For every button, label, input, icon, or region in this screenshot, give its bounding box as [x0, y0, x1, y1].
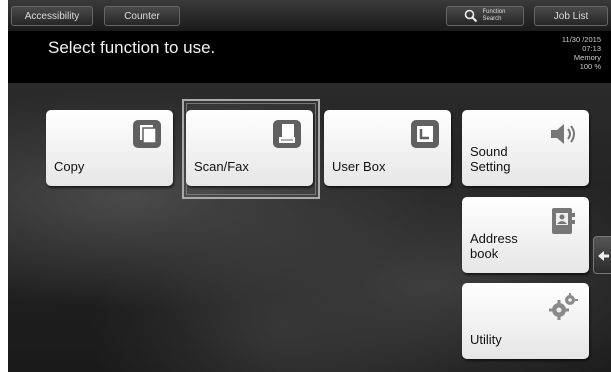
instruction-message: Select function to use. [48, 38, 216, 57]
address-book-icon [552, 208, 575, 234]
message-bar: Select function to use. 11/30 /2015 07:1… [8, 31, 611, 83]
job-list-button[interactable]: Job List [534, 6, 608, 26]
copy-tile[interactable]: Copy [46, 110, 173, 186]
gears-icon [549, 293, 578, 320]
function-search-button[interactable]: Function Search [446, 6, 524, 26]
sound-setting-label: Sound Setting [470, 144, 511, 174]
address-book-tile[interactable]: Address book [462, 197, 589, 273]
scan-fax-label: Scan/Fax [194, 159, 249, 174]
counter-button[interactable]: Counter [104, 6, 180, 26]
scan-fax-tile[interactable]: Scan/Fax [186, 110, 313, 186]
sound-setting-tile[interactable]: Sound Setting [462, 110, 589, 186]
speaker-icon [551, 124, 575, 144]
accessibility-button[interactable]: Accessibility [11, 6, 93, 26]
side-panel-tab[interactable] [593, 236, 611, 274]
utility-label: Utility [470, 332, 502, 347]
status-date: 11/30 /2015 [561, 35, 601, 44]
counter-label: Counter [124, 11, 160, 22]
control-panel-screen: Accessibility Counter Function Search Jo… [8, 0, 611, 372]
arrow-left-icon [598, 251, 609, 261]
function-search-label: Function Search [482, 9, 506, 22]
status-time: 07:13 [582, 44, 601, 53]
job-list-label: Job List [553, 11, 589, 22]
utility-tile[interactable]: Utility [462, 283, 589, 359]
user-box-label: User Box [332, 159, 386, 174]
accessibility-label: Accessibility [24, 11, 80, 22]
address-book-label: Address book [470, 231, 518, 261]
status-memory-value: 100 % [579, 62, 601, 71]
user-box-tile[interactable]: User Box [324, 110, 451, 186]
status-memory-label: Memory [573, 53, 601, 62]
status-panel: 11/30 /2015 07:13 Memory 100 % [511, 35, 601, 71]
scan-fax-icon [273, 120, 301, 148]
copy-icon [133, 120, 161, 148]
search-icon [465, 9, 478, 23]
top-bar: Accessibility Counter Function Search Jo… [8, 0, 611, 31]
user-box-icon [411, 120, 439, 148]
copy-label: Copy [54, 159, 85, 174]
